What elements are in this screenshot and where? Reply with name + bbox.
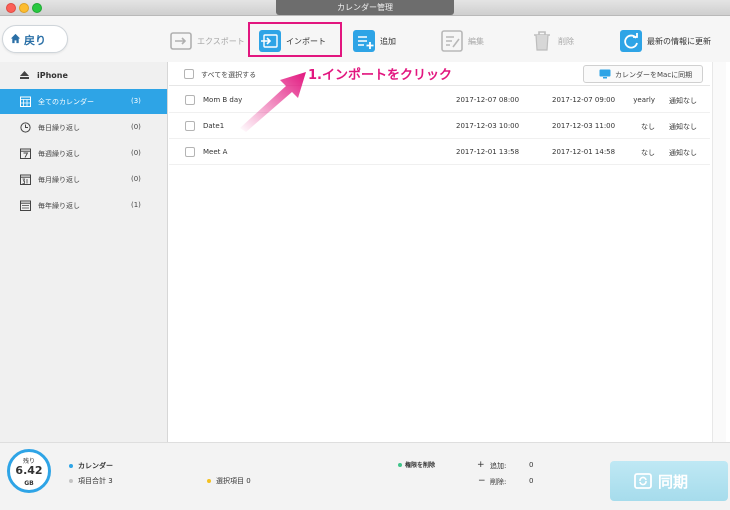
title-bar: カレンダー管理: [0, 0, 730, 16]
import-highlight-box: [248, 22, 342, 57]
footer-status-bar: 残り 6.42 GB カレンダー 項目合計 3 選択項目 0 権限を削除 + 追…: [0, 442, 730, 510]
table-row[interactable]: Meet A 2017-12-01 13:58 2017-12-01 14:58…: [169, 139, 710, 165]
total-items-dot: [69, 479, 73, 483]
event-start: 2017-12-07 08:00: [456, 96, 520, 104]
minimize-window-button[interactable]: [19, 3, 29, 13]
remove-permission-dot: [398, 463, 402, 467]
event-name: Meet A: [203, 148, 228, 156]
edit-button-label: 編集: [468, 37, 484, 46]
annotation-text: 1.インポートをクリック: [308, 68, 452, 83]
sync-to-mac-label: カレンダーをMacに同期: [615, 71, 693, 79]
storage-gauge: 残り 6.42 GB: [7, 449, 51, 493]
trash-icon: [534, 31, 550, 51]
select-all-checkbox[interactable]: [184, 69, 194, 79]
row-checkbox[interactable]: [185, 147, 195, 157]
sidebar-item-count: (0): [131, 123, 141, 131]
sidebar: iPhone 全てのカレンダー (3) 毎日繰り返し (0) 毎週繰り返し (0…: [0, 62, 168, 442]
event-repeat: なし: [641, 123, 655, 131]
event-end: 2017-12-01 14:58: [552, 148, 616, 156]
sidebar-item-label: 毎月繰り返し: [38, 176, 80, 184]
annotation-arrow-icon: [240, 72, 306, 132]
device-header[interactable]: iPhone: [0, 66, 167, 84]
sidebar-item-count: (0): [131, 175, 141, 183]
calendar-legend-label: カレンダー: [78, 462, 113, 470]
event-start: 2017-12-03 10:00: [456, 122, 520, 130]
sidebar-item-label: 毎週繰り返し: [38, 150, 80, 158]
export-icon: [170, 32, 192, 50]
total-items-label: 項目合計 3: [78, 477, 113, 485]
sidebar-item-count: (3): [131, 97, 141, 105]
sync-button-label: 同期: [658, 473, 689, 491]
calendar-grid-icon: [20, 96, 31, 107]
sidebar-item-all-calendars[interactable]: 全てのカレンダー (3): [0, 89, 167, 114]
window-title: カレンダー管理: [276, 0, 454, 15]
add-calendar-icon: [353, 30, 375, 52]
event-alert: 通知なし: [669, 149, 697, 157]
calendar-365-icon: [20, 200, 31, 211]
list-scrollbar[interactable]: [712, 62, 726, 442]
export-button-label: エクスポート: [197, 37, 245, 46]
sidebar-item-count: (0): [131, 149, 141, 157]
delete-count-value: 0: [529, 477, 534, 485]
add-button-label: 追加: [380, 37, 396, 46]
eject-icon: [20, 71, 29, 79]
calendar-legend-dot: [69, 464, 73, 468]
monitor-sync-icon: [599, 69, 611, 79]
close-window-button[interactable]: [6, 3, 16, 13]
minus-icon: −: [478, 476, 486, 486]
selected-items-dot: [207, 479, 211, 483]
edit-icon: [441, 30, 463, 52]
storage-value: 6.42: [15, 464, 43, 477]
sidebar-item-label: 毎日繰り返し: [38, 124, 80, 132]
storage-unit: GB: [24, 480, 34, 487]
zoom-window-button[interactable]: [32, 3, 42, 13]
toolbar: 戻り エクスポート インポート 追加 編集 削除 最新の情報に更新: [0, 16, 730, 62]
event-alert: 通知なし: [669, 123, 697, 131]
row-checkbox[interactable]: [185, 95, 195, 105]
sync-to-mac-button[interactable]: カレンダーをMacに同期: [583, 65, 703, 83]
event-end: 2017-12-03 11:00: [552, 122, 616, 130]
event-name: Date1: [203, 122, 225, 130]
delete-button-label: 削除: [558, 37, 574, 46]
row-checkbox[interactable]: [185, 121, 195, 131]
sidebar-item-monthly[interactable]: 毎月繰り返し (0): [0, 167, 167, 192]
calendar-7-icon: [20, 148, 31, 159]
event-end: 2017-12-07 09:00: [552, 96, 616, 104]
event-repeat: なし: [641, 149, 655, 157]
event-start: 2017-12-01 13:58: [456, 148, 520, 156]
clock-repeat-icon: [20, 122, 31, 133]
refresh-button-label: 最新の情報に更新: [647, 37, 711, 46]
sidebar-item-label: 毎年繰り返し: [38, 202, 80, 210]
sync-button[interactable]: 同期: [610, 461, 728, 501]
add-count-label: 追加:: [490, 462, 507, 470]
home-icon: [10, 33, 21, 44]
sidebar-item-label: 全てのカレンダー: [38, 98, 94, 106]
sidebar-item-yearly[interactable]: 毎年繰り返し (1): [0, 193, 167, 218]
event-repeat: yearly: [633, 96, 655, 104]
sidebar-item-count: (1): [131, 201, 141, 209]
delete-count-label: 削除:: [490, 478, 507, 486]
calendar-31-icon: [20, 174, 31, 185]
back-button-label: 戻り: [24, 34, 46, 47]
refresh-icon: [620, 30, 642, 52]
selected-items-label: 選択項目 0: [216, 477, 251, 485]
sidebar-item-daily[interactable]: 毎日繰り返し (0): [0, 115, 167, 140]
add-count-value: 0: [529, 461, 534, 469]
remove-permission-label: 権限を削除: [405, 462, 436, 469]
back-button[interactable]: 戻り: [2, 25, 68, 53]
sync-icon: [634, 473, 652, 489]
event-alert: 通知なし: [669, 97, 697, 105]
device-name: iPhone: [37, 71, 68, 80]
sidebar-item-weekly[interactable]: 毎週繰り返し (0): [0, 141, 167, 166]
plus-icon: +: [477, 460, 485, 470]
